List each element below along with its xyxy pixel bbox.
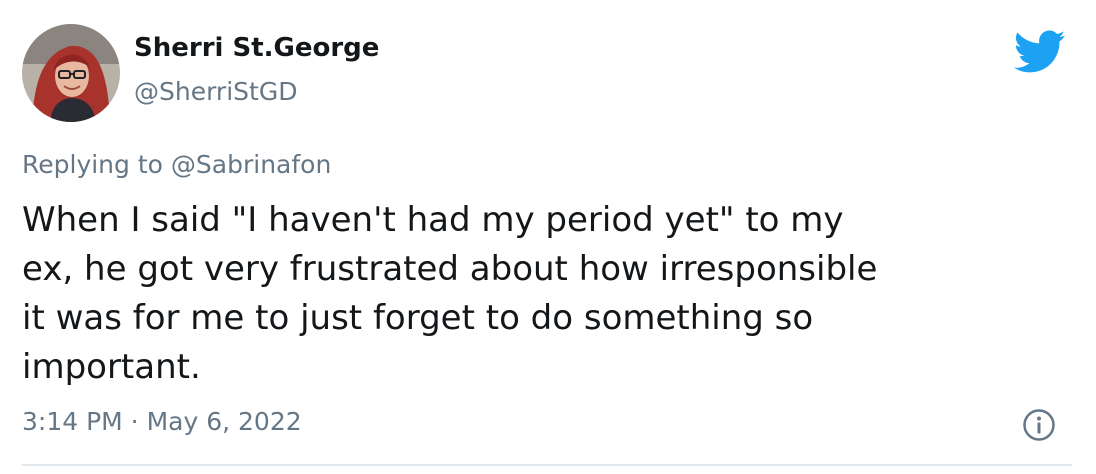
tweet-text-line: When I said "I haven't had my period yet… <box>22 200 844 240</box>
divider <box>22 464 1072 466</box>
tweet-text-line: ex, he got very frustrated about how irr… <box>22 249 878 289</box>
avatar[interactable] <box>22 24 120 122</box>
tweet-text-line: it was for me to just forget to do somet… <box>22 298 814 338</box>
display-name[interactable]: Sherri St.George <box>134 32 379 64</box>
tweet-text-line: important. <box>22 347 201 387</box>
reply-context: Replying to @Sabrinafon <box>22 148 331 182</box>
tweet-timestamp[interactable]: 3:14 PM · May 6, 2022 <box>22 405 302 439</box>
info-icon[interactable] <box>1022 408 1056 442</box>
profile-photo-icon <box>22 24 120 122</box>
reply-prefix: Replying to <box>22 150 163 179</box>
tweet-card: Sherri St.George @SherriStGD Replying to… <box>0 0 1096 474</box>
reply-mention-link[interactable]: @Sabrinafon <box>171 150 331 179</box>
user-handle[interactable]: @SherriStGD <box>134 76 297 108</box>
twitter-bird-icon[interactable] <box>1013 30 1066 74</box>
tweet-text: When I said "I haven't had my period yet… <box>22 196 1062 392</box>
